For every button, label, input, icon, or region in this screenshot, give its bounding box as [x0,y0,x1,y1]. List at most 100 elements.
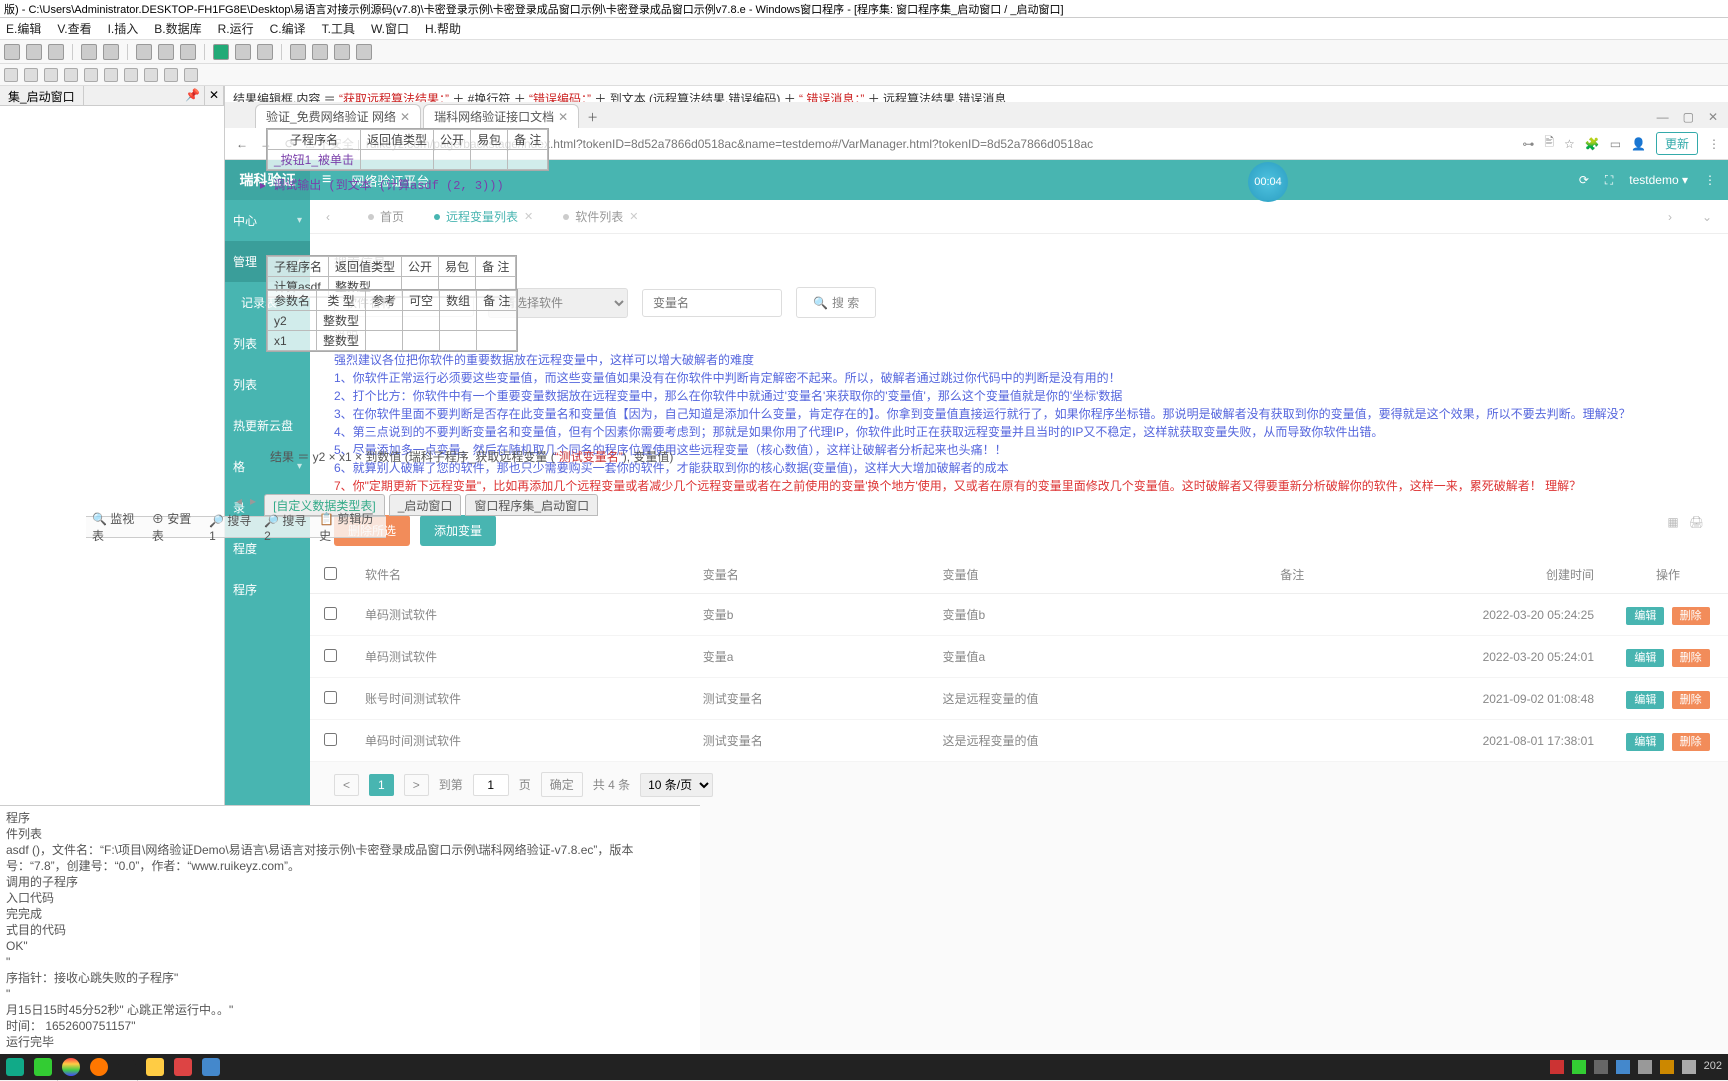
browser-tab-1[interactable]: 验证_免费网络验证 网络 ✕ [255,104,421,128]
step-out-icon[interactable] [334,44,350,60]
step-over-icon[interactable] [312,44,328,60]
delete-button[interactable]: 删除 [1672,691,1710,709]
sidebar-item-center[interactable]: 中心▾ [225,200,310,241]
crumb-dropdown-icon[interactable]: ⌄ [1702,210,1712,224]
crumb-remote-var[interactable]: 远程变量列表✕ [434,208,533,225]
crumb-back-icon[interactable]: ‹ [326,210,330,224]
menu-insert[interactable]: I.插入 [108,20,139,37]
next-page[interactable]: > [404,774,429,796]
place-tab[interactable]: ⊕ 安置表 [152,510,199,544]
close-icon[interactable]: ✕ [1708,110,1718,124]
browser-tab-2[interactable]: 瑞科网络验证接口文档 ✕ [423,104,579,128]
edit-button[interactable]: 编辑 [1626,607,1664,625]
profile-icon[interactable]: 👤 [1631,137,1646,151]
menu-tools[interactable]: T.工具 [322,20,355,37]
breakpoint-icon[interactable] [356,44,372,60]
run-icon[interactable] [213,44,229,60]
menu-view[interactable]: V.查看 [57,20,91,37]
grid-view-icon[interactable]: ▦ [1667,515,1678,546]
sidebar-item-cloud[interactable]: 热更新云盘 [225,405,310,446]
tb-layout2-icon[interactable] [180,44,196,60]
row-checkbox[interactable] [324,691,337,704]
tb2-icon[interactable] [164,68,178,82]
tray-icon[interactable] [1638,1060,1652,1074]
menu-run[interactable]: R.运行 [218,20,254,37]
minimize-icon[interactable]: — [1657,110,1669,124]
menu-window[interactable]: W.窗口 [371,20,409,37]
close-icon[interactable]: ✕ [629,210,638,223]
stop-icon[interactable] [257,44,273,60]
row-checkbox[interactable] [324,649,337,662]
ide-output-panel[interactable]: 程序件列表asdf ()，文件名：“F:\项目\网络验证Demo\易语言\易语言… [0,805,700,1054]
watch-tab[interactable]: 🔍 监视表 [92,510,142,544]
step-in-icon[interactable] [290,44,306,60]
select-all-checkbox[interactable] [324,567,337,580]
tb2-icon[interactable] [144,68,158,82]
tb2-icon[interactable] [84,68,98,82]
extensions-icon[interactable]: 🧩 [1585,137,1600,151]
menu-help[interactable]: H.帮助 [425,20,461,37]
tb-copy-icon[interactable] [48,44,64,60]
edit-button[interactable]: 编辑 [1626,733,1664,751]
sidebar-item-list2[interactable]: 列表 [225,364,310,405]
close-icon[interactable]: ✕ [524,210,533,223]
tb2-icon[interactable] [24,68,38,82]
prev-page[interactable]: < [334,774,359,796]
reader-icon[interactable]: ▭ [1610,137,1621,151]
tray-icon[interactable] [1550,1060,1564,1074]
close-icon[interactable]: ✕ [400,110,410,124]
close-icon[interactable]: ✕ [558,110,568,124]
left-tab-start[interactable]: 集_启动窗口 [0,86,84,105]
row-checkbox[interactable] [324,607,337,620]
tb-undo-icon[interactable] [81,44,97,60]
taskbar-penguin-icon[interactable] [118,1058,136,1076]
translate-icon[interactable]: 🖹 [1544,133,1554,154]
per-page-select[interactable]: 10 条/页 [640,773,713,797]
crumb-software-list[interactable]: 软件列表✕ [563,208,638,225]
tb2-icon[interactable] [184,68,198,82]
sidebar-item-program[interactable]: 程序 [225,569,310,610]
row-checkbox[interactable] [324,733,337,746]
taskbar-folder-icon[interactable] [146,1058,164,1076]
edit-button[interactable]: 编辑 [1626,691,1664,709]
export-icon[interactable]: 🖨 [1689,515,1704,546]
fullscreen-icon[interactable]: ⛶ [1605,173,1613,188]
key-icon[interactable]: ⊶ [1522,137,1534,151]
delete-button[interactable]: 删除 [1672,607,1710,625]
taskbar-wechat-icon[interactable] [34,1058,52,1076]
tray-icon[interactable] [1572,1060,1586,1074]
tb2-icon[interactable] [64,68,78,82]
tray-icon[interactable] [1594,1060,1608,1074]
editor-tab-start-window[interactable]: _启动窗口 [389,494,462,516]
user-menu[interactable]: testdemo ▾ [1629,173,1688,187]
search1-tab[interactable]: 🔎 搜寻1 [209,512,254,543]
page-1[interactable]: 1 [369,774,394,796]
new-tab-button[interactable]: ＋ [581,106,604,128]
taskbar-firefox-icon[interactable] [90,1058,108,1076]
tray-icon[interactable] [1616,1060,1630,1074]
editor-tab-window-set[interactable]: 窗口程序集_启动窗口 [465,494,598,516]
tb-layout1-icon[interactable] [158,44,174,60]
tb2-icon[interactable] [104,68,118,82]
menu-database[interactable]: B.数据库 [154,20,201,37]
search-button[interactable]: 🔍 搜 索 [796,287,876,318]
back-icon[interactable]: ← [233,135,251,153]
edit-button[interactable]: 编辑 [1626,649,1664,667]
tb2-icon[interactable] [44,68,58,82]
taskbar-app-icon[interactable] [6,1058,24,1076]
delete-button[interactable]: 删除 [1672,649,1710,667]
tray-clock[interactable]: 202 [1704,1060,1722,1074]
add-variable-button[interactable]: 添加变量 [420,515,496,546]
menu-compile[interactable]: C.编译 [270,20,306,37]
pause-icon[interactable] [235,44,251,60]
refresh-icon[interactable]: ⟳ [1579,173,1589,187]
tb-redo-icon[interactable] [103,44,119,60]
taskbar-edit-icon[interactable] [202,1058,220,1076]
maximize-icon[interactable]: ▢ [1683,110,1694,124]
left-tab-pin-icon[interactable]: 📌 [181,86,205,105]
tb-save-icon[interactable] [26,44,42,60]
tray-icon[interactable] [1660,1060,1674,1074]
var-name-input[interactable] [642,289,782,317]
star-icon[interactable]: ☆ [1564,137,1575,151]
clip-history-tab[interactable]: 📋 剪辑历史 [319,510,380,544]
